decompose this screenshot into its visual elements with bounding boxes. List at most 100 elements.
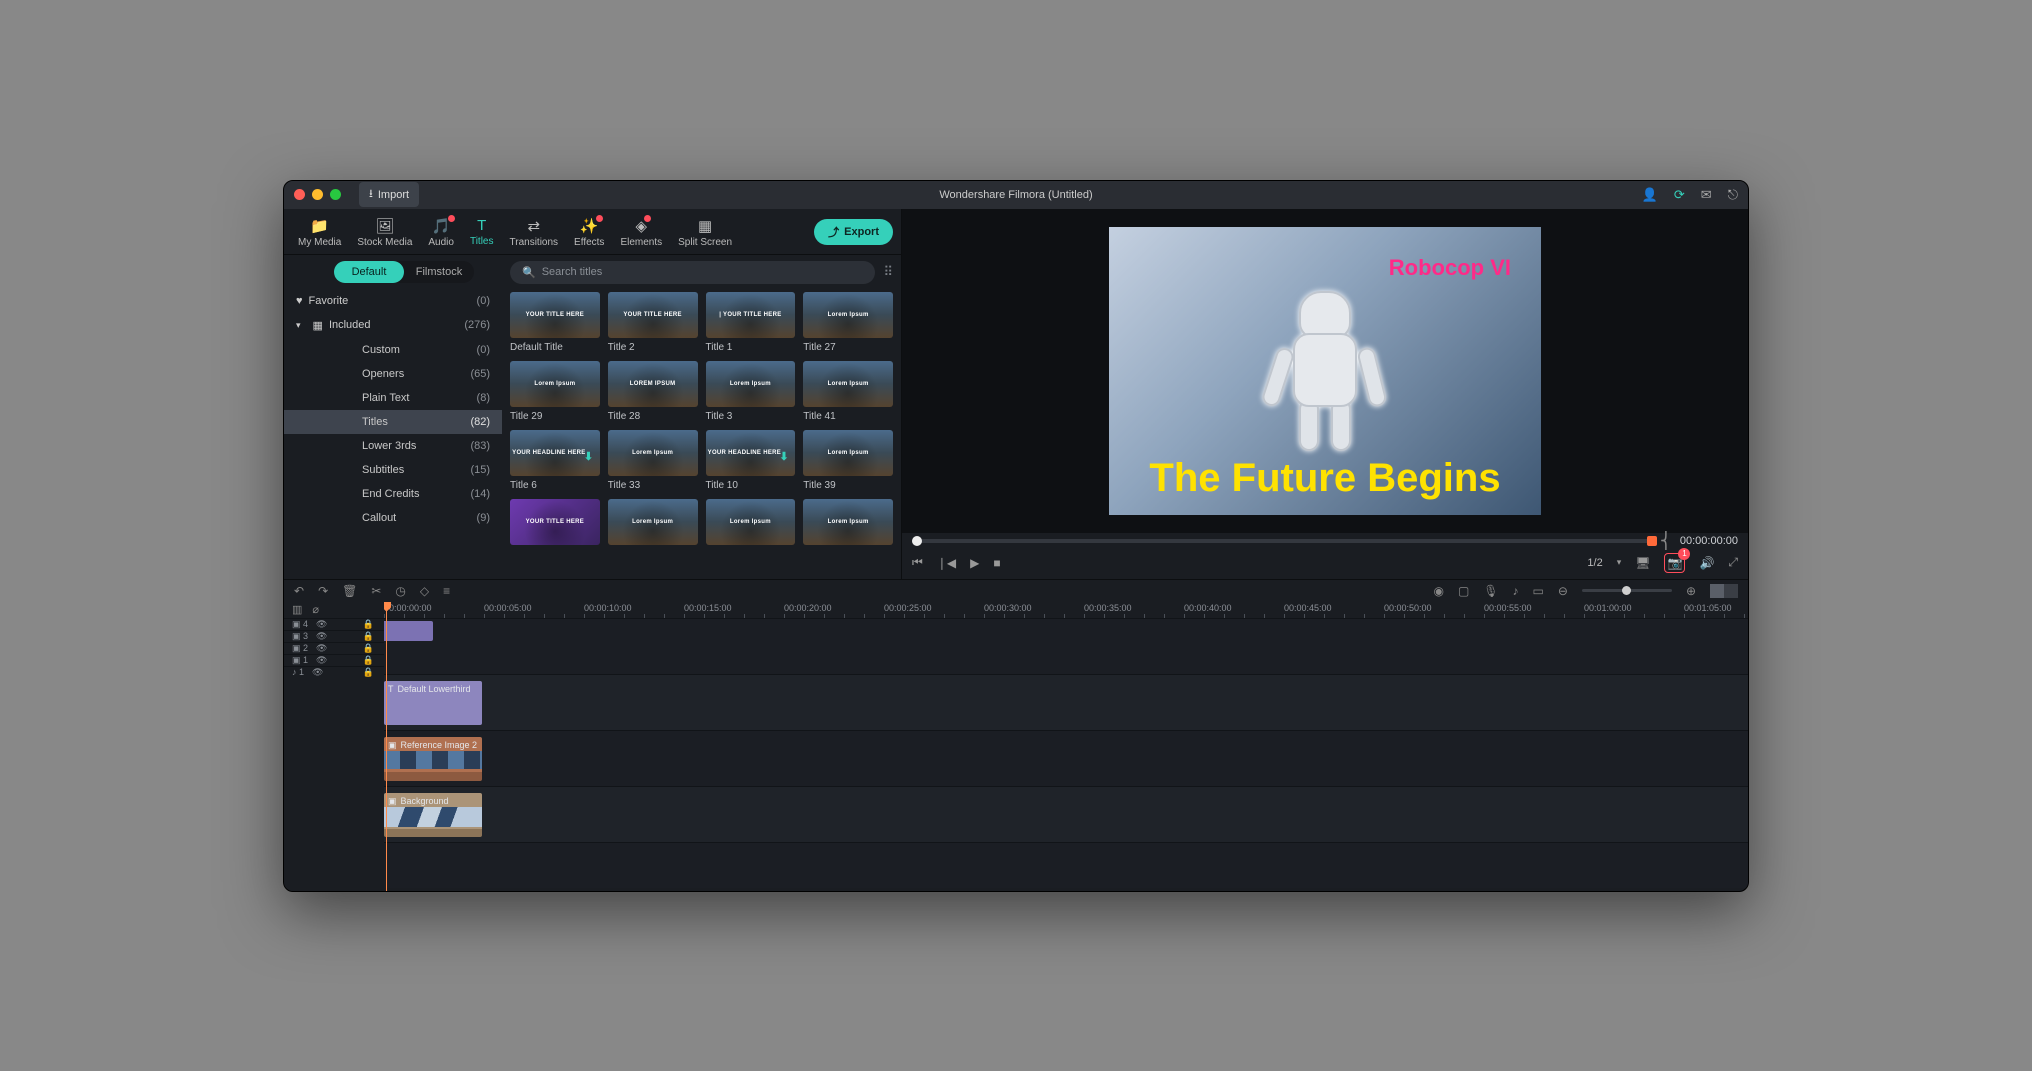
category-included[interactable]: ▾▦Included(276) [284, 313, 502, 338]
tab-split-screen[interactable]: ▦Split Screen [672, 215, 738, 250]
title-tile[interactable]: Lorem IpsumTitle 41 [803, 361, 893, 422]
adjust-icon[interactable]: ≡ [443, 584, 450, 598]
cut-icon[interactable]: ✂ [371, 584, 381, 598]
category-titles[interactable]: Titles(82) [284, 410, 502, 434]
redo-icon[interactable]: ↷ [318, 584, 328, 598]
volume-icon[interactable]: 🔊 [1699, 556, 1714, 570]
track-lock-icon[interactable]: 🔒 [363, 655, 374, 666]
category-lower-3rds[interactable]: Lower 3rds(83) [284, 434, 502, 458]
speed-icon[interactable]: ◷ [395, 584, 405, 598]
marker-icon[interactable]: ▢ [1458, 584, 1469, 598]
display-icon[interactable]: 🖥 [1635, 556, 1650, 570]
title-tile[interactable]: YOUR TITLE HEREDefault Title [510, 292, 600, 353]
tab-audio[interactable]: 🎵Audio [422, 215, 460, 250]
tab-filmstock[interactable]: Filmstock [404, 261, 474, 283]
track-visibility-icon[interactable]: 👁 [312, 667, 323, 678]
clip-background[interactable]: ▣Background [384, 793, 482, 837]
close-icon[interactable] [294, 189, 305, 200]
title-tile[interactable]: YOUR HEADLINE HERE⬇Title 6 [510, 430, 600, 491]
track-manage-icon[interactable]: ▥ [292, 603, 302, 616]
step-back-icon[interactable]: ❘◀ [937, 556, 956, 570]
tab-transitions[interactable]: ⇄Transitions [504, 215, 565, 250]
playhead[interactable] [386, 602, 387, 891]
category-subtitles[interactable]: Subtitles(15) [284, 458, 502, 482]
category-end-credits[interactable]: End Credits(14) [284, 482, 502, 506]
tab-my-media[interactable]: 📁My Media [292, 215, 347, 250]
title-tile[interactable]: Lorem Ipsum [803, 499, 893, 549]
timeline-lane[interactable] [384, 842, 1748, 888]
tab-stock-media[interactable]: 🖼Stock Media [351, 215, 418, 250]
track-lock-icon[interactable]: 🔒 [363, 667, 374, 678]
title-tile[interactable]: Lorem IpsumTitle 39 [803, 430, 893, 491]
title-tile[interactable]: | YOUR TITLE HERETitle 1 [706, 292, 796, 353]
track-lock-icon[interactable]: 🔒 [363, 619, 374, 630]
fullscreen-icon[interactable]: ⤢ [1728, 555, 1738, 570]
title-tile[interactable]: Lorem IpsumTitle 27 [803, 292, 893, 353]
undo-icon[interactable]: ↶ [294, 584, 304, 598]
import-button[interactable]: ⭳ Import [359, 182, 419, 207]
timeline-lane[interactable]: ▣Background [384, 786, 1748, 842]
clip-lowerthird[interactable]: TDefault Lowerthird [384, 681, 482, 725]
crop-icon[interactable]: ◇ [420, 584, 429, 598]
preview-scale[interactable]: 1/2 [1587, 557, 1602, 569]
mixer-icon[interactable]: ♪ [1513, 584, 1519, 598]
render-icon[interactable]: ◉ [1433, 584, 1443, 598]
track-visibility-icon[interactable]: 👁 [316, 655, 327, 666]
clip-title[interactable] [384, 621, 433, 641]
timeline-lane[interactable]: TDefault Lowerthird [384, 674, 1748, 730]
tab-titles[interactable]: TTitles [464, 215, 500, 249]
settings-icon[interactable]: ⎋ [1728, 187, 1738, 203]
category-callout[interactable]: Callout(9) [284, 506, 502, 530]
scrubber-knob[interactable] [912, 536, 922, 546]
link-icon[interactable]: ⌀ [312, 603, 319, 616]
messages-icon[interactable]: ✉ [1701, 187, 1712, 203]
title-tile[interactable]: Lorem IpsumTitle 33 [608, 430, 698, 491]
zoom-out-icon[interactable]: ⊖ [1558, 584, 1568, 598]
stop-icon[interactable]: ■ [993, 556, 1000, 570]
title-tile[interactable]: Lorem Ipsum [706, 499, 796, 549]
view-mode-toggle[interactable] [1710, 584, 1738, 598]
track-lock-icon[interactable]: 🔒 [363, 631, 374, 642]
grid-view-icon[interactable]: ⠿ [883, 264, 893, 280]
scrubber-track[interactable] [912, 539, 1652, 543]
chevron-down-icon[interactable]: ▾ [1617, 557, 1622, 568]
track-visibility-icon[interactable]: 👁 [316, 619, 327, 630]
export-button[interactable]: ⤴ Export [814, 219, 893, 245]
track-visibility-icon[interactable]: 👁 [316, 643, 327, 654]
zoom-in-icon[interactable]: ⊕ [1686, 584, 1696, 598]
tab-effects[interactable]: ✨Effects [568, 215, 610, 250]
voiceover-icon[interactable]: 🎙 [1483, 584, 1498, 598]
category-custom[interactable]: Custom(0) [284, 338, 502, 362]
aspect-icon[interactable]: ▭ [1533, 584, 1544, 598]
search-input[interactable]: 🔍 Search titles [510, 261, 875, 284]
play-icon[interactable]: ▶ [970, 556, 979, 570]
title-tile[interactable]: Lorem IpsumTitle 3 [706, 361, 796, 422]
prev-frame-icon[interactable]: ⏮ [912, 555, 923, 570]
title-tile[interactable]: YOUR TITLE HERETitle 2 [608, 292, 698, 353]
tab-default[interactable]: Default [334, 261, 404, 283]
time-ruler[interactable]: 00:00:00:0000:00:05:0000:00:10:0000:00:1… [384, 602, 1748, 618]
title-tile[interactable]: YOUR TITLE HERE [510, 499, 600, 549]
snapshot-button[interactable]: 📷1 [1664, 553, 1685, 573]
tab-elements[interactable]: ◈Elements [614, 215, 668, 250]
title-tile[interactable]: Lorem IpsumTitle 29 [510, 361, 600, 422]
support-icon[interactable]: ⟳ [1674, 187, 1685, 203]
account-icon[interactable]: 👤 [1642, 187, 1658, 203]
timeline-lane[interactable]: ▣Reference Image 2 [384, 730, 1748, 786]
zoom-slider[interactable] [1582, 589, 1672, 592]
timeline-lane[interactable] [384, 618, 1748, 674]
category-openers[interactable]: Openers(65) [284, 362, 502, 386]
minimize-icon[interactable] [312, 189, 323, 200]
title-tile[interactable]: YOUR HEADLINE HERE⬇Title 10 [706, 430, 796, 491]
scrubber-out-mark[interactable] [1647, 536, 1657, 546]
delete-icon[interactable]: 🗑 [342, 584, 357, 598]
track-visibility-icon[interactable]: 👁 [316, 631, 327, 642]
category-favorite[interactable]: ♥Favorite(0) [284, 289, 502, 313]
category-plain-text[interactable]: Plain Text(8) [284, 386, 502, 410]
timeline-grid[interactable]: 00:00:00:0000:00:05:0000:00:10:0000:00:1… [384, 602, 1748, 891]
clip-reference-image[interactable]: ▣Reference Image 2 [384, 737, 482, 781]
title-tile[interactable]: Lorem Ipsum [608, 499, 698, 549]
title-tile[interactable]: LOREM IPSUMTitle 28 [608, 361, 698, 422]
zoom-icon[interactable] [330, 189, 341, 200]
track-lock-icon[interactable]: 🔒 [363, 643, 374, 654]
